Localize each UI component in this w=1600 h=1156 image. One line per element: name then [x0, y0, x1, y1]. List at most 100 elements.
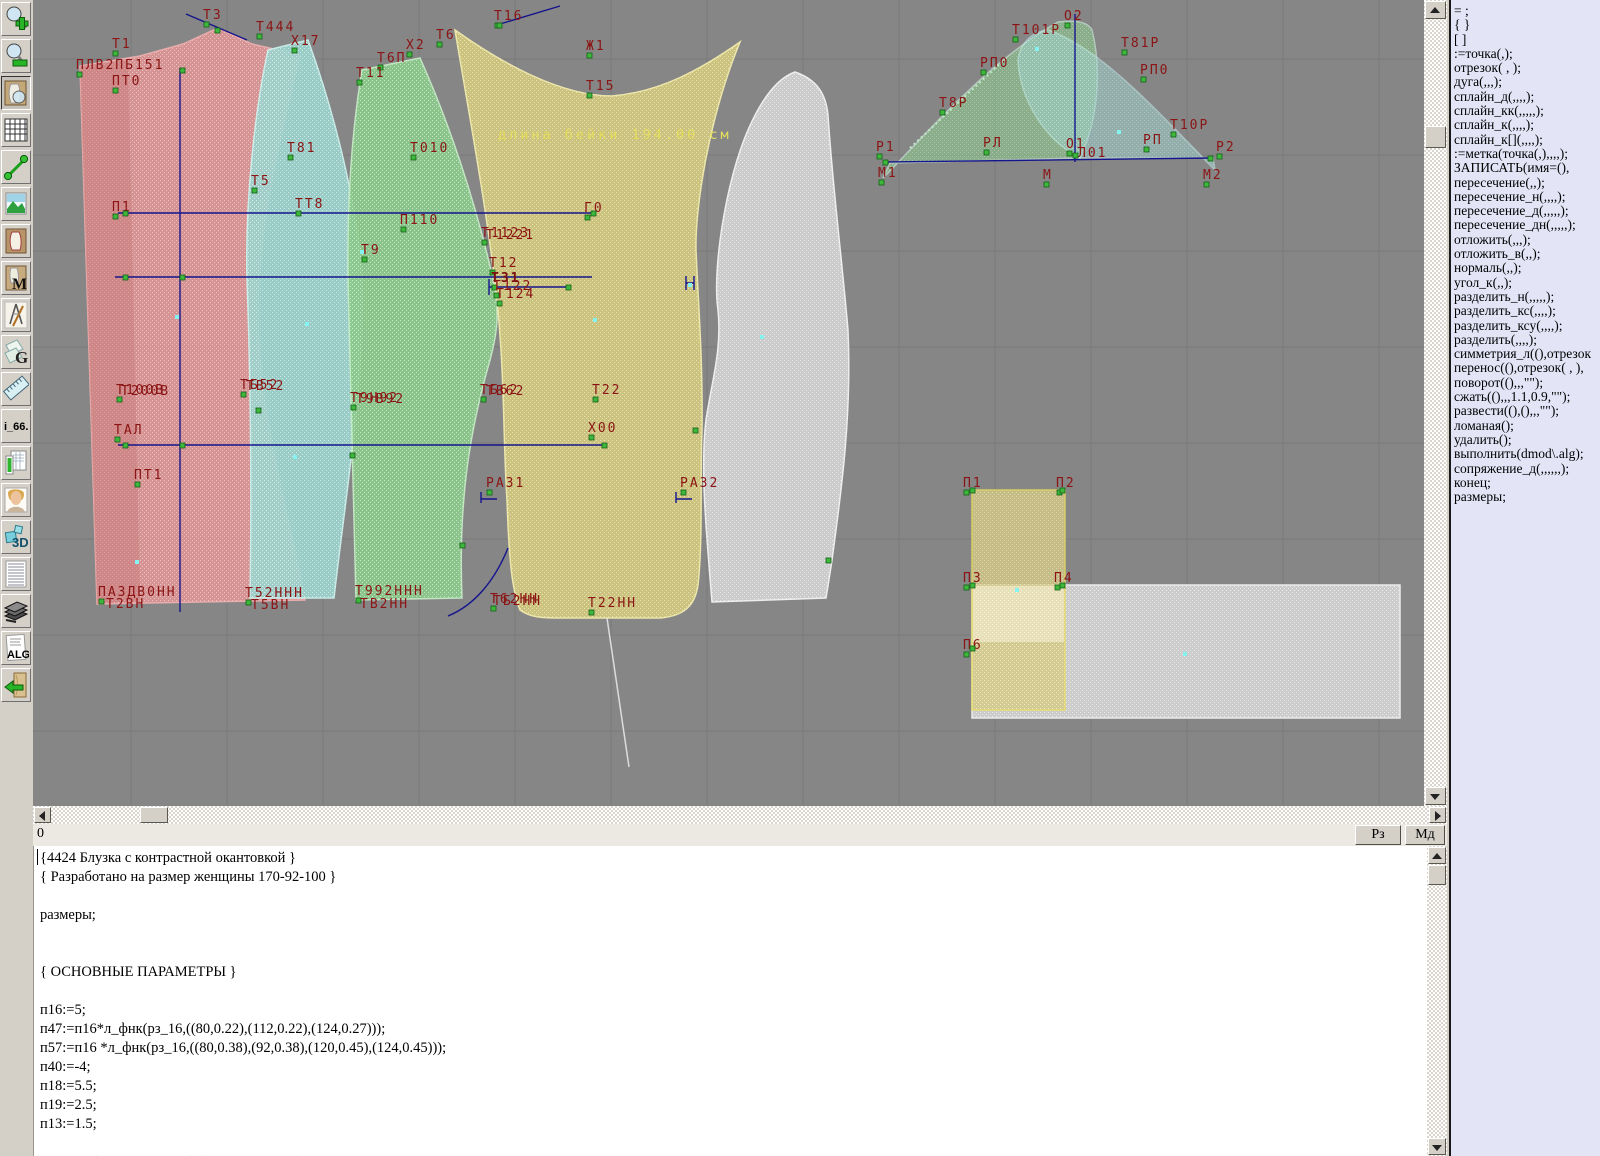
zoom-out-button[interactable]	[1, 39, 31, 73]
command-item[interactable]: отложить(,,,);	[1451, 233, 1600, 247]
canvas-scroll-right-button[interactable]	[1429, 807, 1446, 823]
image-button[interactable]	[1, 187, 31, 221]
editor-vscroll-thumb[interactable]	[1428, 865, 1446, 885]
command-item[interactable]: отрезок( , );	[1451, 61, 1600, 75]
command-item[interactable]: конец;	[1451, 476, 1600, 490]
svg-text:Р1: Р1	[876, 140, 896, 155]
command-item[interactable]: сжать((),,,1.1,0.9,"");	[1451, 390, 1600, 404]
command-item[interactable]: сопряжение_д(,,,,,,);	[1451, 462, 1600, 476]
ruler-button[interactable]	[1, 372, 31, 406]
drawing-canvas[interactable]: длина бейки 194.00 см Т3Т16Т444Х17Т1Т6Х2…	[33, 0, 1424, 806]
command-item[interactable]: = ;	[1451, 4, 1600, 18]
svg-text:П1: П1	[112, 200, 132, 215]
command-item[interactable]: дуга(,,,);	[1451, 75, 1600, 89]
pattern-card-button[interactable]	[1, 224, 31, 258]
svg-text:G: G	[15, 348, 28, 367]
svg-text:М1: М1	[878, 166, 898, 181]
command-item[interactable]: :=точка(,);	[1451, 47, 1600, 61]
command-item[interactable]: пересечение_д(,,,,,);	[1451, 204, 1600, 218]
grid-button[interactable]	[1, 113, 31, 147]
editor-scroll-down-button[interactable]	[1428, 1138, 1446, 1155]
command-item[interactable]: сплайн_кк(,,,,,);	[1451, 104, 1600, 118]
svg-text:Т22НН: Т22НН	[588, 596, 637, 611]
svg-text:Т10Р: Т10Р	[1170, 118, 1209, 133]
command-item[interactable]: { }	[1451, 18, 1600, 32]
algorithm-editor[interactable]: {4424 Блузка с контрастной окантовкой } …	[33, 846, 1428, 1156]
photo-button[interactable]	[1, 483, 31, 517]
drafting-button[interactable]	[1, 298, 31, 332]
table-button[interactable]	[1, 446, 31, 480]
command-item[interactable]: удалить();	[1451, 433, 1600, 447]
svg-text:РП: РП	[1143, 133, 1163, 148]
canvas-scroll-up-button[interactable]	[1425, 1, 1446, 19]
measure-line-button[interactable]	[1, 150, 31, 184]
command-item[interactable]: выполнить(dmod\.alg);	[1451, 447, 1600, 461]
command-item[interactable]: пересечение(,,);	[1451, 176, 1600, 190]
command-item[interactable]: :=метка(точка(,),,,,);	[1451, 147, 1600, 161]
command-item[interactable]: поворот((),,,"");	[1451, 376, 1600, 390]
pattern-piece-icon	[3, 226, 29, 256]
command-item[interactable]: разделить_ксу(,,,,);	[1451, 319, 1600, 333]
svg-text:Т15: Т15	[586, 79, 615, 94]
svg-text:ТВ52: ТВ52	[246, 379, 285, 394]
books-button[interactable]	[1, 594, 31, 628]
command-item[interactable]: сплайн_д(,,,,);	[1451, 90, 1600, 104]
ruler-icon	[3, 374, 29, 404]
svg-text:ТТ8: ТТ8	[295, 197, 324, 212]
threed-button[interactable]: 3D	[1, 520, 31, 554]
svg-text:ПЛВ2ПБ151: ПЛВ2ПБ151	[76, 58, 164, 73]
command-item[interactable]: перенос((),отрезок( , ),	[1451, 361, 1600, 375]
command-item[interactable]: угол_к(,,);	[1451, 276, 1600, 290]
svg-text:П2: П2	[1056, 476, 1076, 491]
list-button[interactable]	[1, 557, 31, 591]
alg-document-icon: ALG	[3, 633, 29, 663]
i66-button[interactable]: i_66.	[1, 409, 31, 443]
text-caret	[37, 849, 38, 865]
grading-g-button[interactable]: G	[1, 335, 31, 369]
exit-button[interactable]	[1, 668, 31, 702]
command-item[interactable]: нормаль(,,);	[1451, 261, 1600, 275]
rz-button[interactable]: Рз	[1355, 825, 1401, 845]
command-item[interactable]: [ ]	[1451, 33, 1600, 47]
svg-text:Т124: Т124	[496, 287, 535, 302]
command-item[interactable]: разделить_кс(,,,,);	[1451, 304, 1600, 318]
grid-icon	[3, 115, 29, 145]
svg-text:Т16: Т16	[494, 9, 523, 24]
command-item[interactable]: разделить_н(,,,,,);	[1451, 290, 1600, 304]
svg-text:Х00: Х00	[588, 421, 617, 436]
svg-text:Т81: Т81	[287, 141, 316, 156]
command-item[interactable]: ЗАПИСАТЬ(имя=(),	[1451, 161, 1600, 175]
command-item[interactable]: пересечение_дн(,,,,,);	[1451, 218, 1600, 232]
svg-text:Л01: Л01	[1078, 146, 1107, 161]
view-pattern-button[interactable]	[1, 76, 31, 110]
canvas-vscroll-thumb[interactable]	[1425, 126, 1446, 148]
command-item[interactable]: сплайн_к(,,,,);	[1451, 118, 1600, 132]
command-item[interactable]: отложить_в(,,);	[1451, 247, 1600, 261]
alg-button[interactable]: ALG	[1, 631, 31, 665]
editor-scroll-up-button[interactable]	[1428, 847, 1446, 864]
canvas-hscrollbar[interactable]	[33, 806, 1447, 824]
svg-text:ТВ2НН: ТВ2НН	[360, 597, 409, 612]
canvas-scroll-left-button[interactable]	[34, 807, 51, 823]
canvas-hscroll-thumb[interactable]	[140, 807, 168, 823]
svg-text:3D: 3D	[12, 535, 29, 550]
command-item[interactable]: размеры;	[1451, 490, 1600, 504]
command-item[interactable]: разделить(,,,,);	[1451, 333, 1600, 347]
svg-text:Х17: Х17	[291, 34, 320, 49]
exit-arrow-icon	[3, 670, 29, 700]
md-button[interactable]: Мд	[1405, 825, 1445, 845]
svg-text:ALG: ALG	[7, 649, 29, 661]
command-item[interactable]: развести((),(),,,"");	[1451, 404, 1600, 418]
command-item[interactable]: пересечение_н(,,,,);	[1451, 190, 1600, 204]
pattern-m-button[interactable]: M	[1, 261, 31, 295]
svg-text:ПТ0: ПТ0	[112, 74, 141, 89]
editor-vscrollbar[interactable]	[1427, 846, 1447, 1156]
canvas-scroll-down-button[interactable]	[1425, 787, 1446, 805]
canvas-vscrollbar[interactable]	[1424, 0, 1447, 806]
svg-text:Т11: Т11	[356, 66, 385, 81]
command-item[interactable]: ломаная();	[1451, 419, 1600, 433]
command-item[interactable]: сплайн_к[](,,,,);	[1451, 133, 1600, 147]
svg-text:Т6П: Т6П	[377, 51, 406, 66]
command-item[interactable]: симметрия_л((),отрезок	[1451, 347, 1600, 361]
zoom-in-button[interactable]	[1, 2, 31, 36]
